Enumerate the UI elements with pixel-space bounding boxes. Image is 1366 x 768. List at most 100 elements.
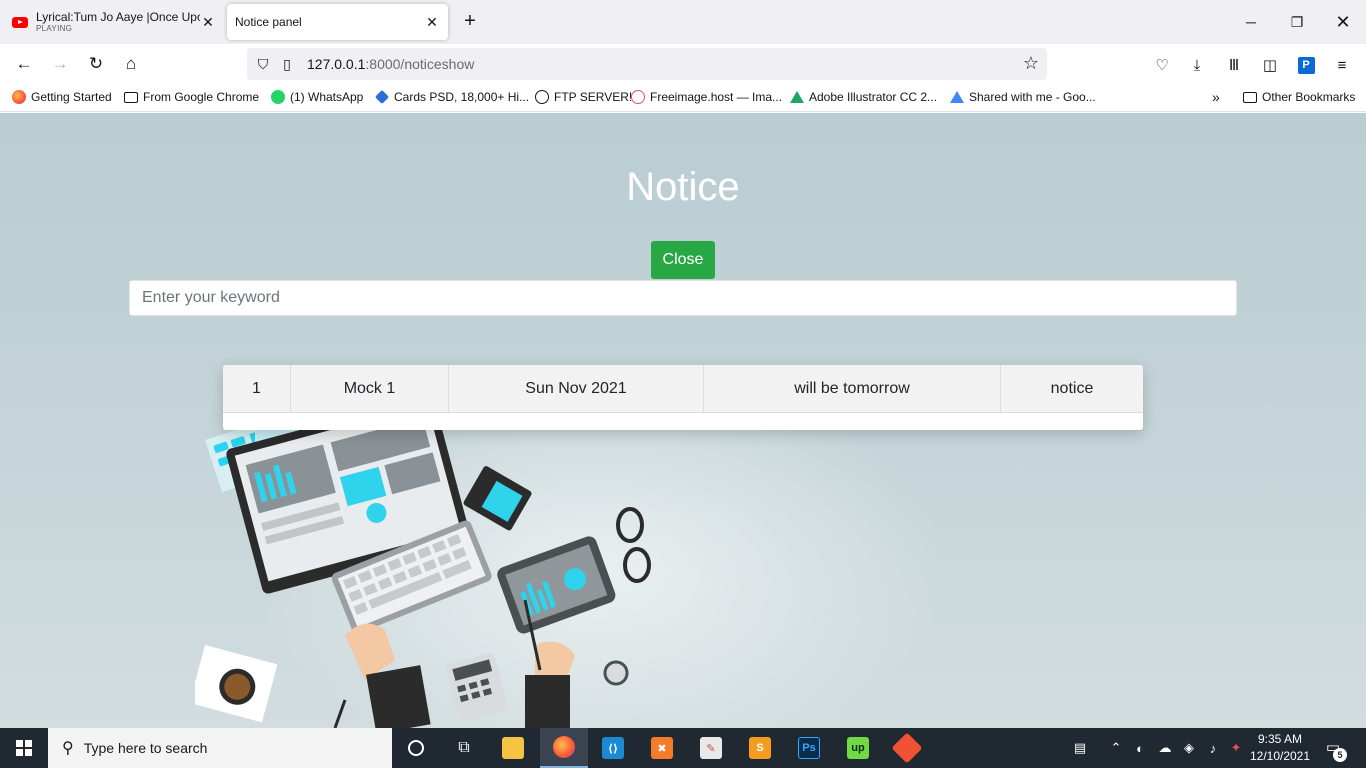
cards-icon [374,89,390,105]
window-close-button[interactable]: ✕ [1320,0,1366,44]
whatsapp-icon [271,90,285,104]
chevron-right-icon[interactable]: » [1212,89,1220,105]
sublime-icon: S [749,737,771,759]
search-input[interactable] [129,280,1237,316]
sidebar-icon[interactable]: ◫ [1259,54,1281,76]
reload-button[interactable]: ↻ [82,52,110,76]
pocket-icon[interactable]: ♡ [1151,54,1173,76]
notice-title: Mock 1 [291,365,449,413]
page-content: Notice Close 1 Mock 1 Sun Nov 2021 will … [0,113,1366,728]
paint-app[interactable]: ✎ [687,728,735,768]
freeimage-icon [631,90,645,104]
google-drive-icon [950,91,964,103]
news-icon[interactable]: ▤ [1066,728,1094,768]
download-icon[interactable]: ⤓ [1186,54,1208,76]
task-view-button[interactable]: ⧉ [440,728,488,768]
close-icon[interactable]: ✕ [424,14,440,30]
table-row[interactable]: 1 Mock 1 Sun Nov 2021 will be tomorrow n… [223,365,1143,413]
tab-playing-label: PLAYING [36,24,73,33]
taskbar-search-placeholder: Type here to search [83,740,208,756]
git-icon [891,732,923,764]
xampp-icon: ✖ [651,737,673,759]
volume-icon[interactable]: ♪ [1202,728,1224,768]
library-icon[interactable]: Ⅲ [1223,54,1245,76]
desk-illustration [195,425,651,728]
tab-title: Lyrical:Tum Jo Aaye |Once Upon [36,10,200,24]
restore-button[interactable]: ❐ [1274,0,1320,44]
vscode-app[interactable]: ⟨⟩ [589,728,637,768]
bookmark-getting-started[interactable]: Getting Started [12,90,112,104]
home-button[interactable]: ⌂ [117,52,145,76]
minimize-button[interactable]: ─ [1228,0,1274,44]
clock-time: 9:35 AM [1257,732,1303,746]
git-app[interactable] [883,728,931,768]
xampp-app[interactable]: ✖ [638,728,686,768]
clock[interactable]: 9:35 AM 12/10/2021 [1245,731,1315,765]
taskbar-search[interactable]: ⚲ Type here to search [48,728,392,768]
dropbox-icon[interactable]: ✦ [1226,728,1246,768]
notice-id: 1 [223,365,291,413]
bookmark-shared-with-me[interactable]: Shared with me - Goo... [950,90,1096,104]
tab-strip: Lyrical:Tum Jo Aaye |Once Upon PLAYING ✕… [0,0,1366,44]
youtube-icon [12,16,28,28]
bookmark-freeimage[interactable]: Freeimage.host — Ima... [631,90,782,104]
forward-button[interactable]: → [46,52,74,76]
notice-date: Sun Nov 2021 [449,365,704,413]
shield-icon[interactable]: ⛉ [253,54,273,74]
upwork-app[interactable]: up [834,728,882,768]
notification-count-badge: 5 [1333,748,1347,762]
extension-icon[interactable]: P [1295,54,1317,76]
new-tab-button[interactable]: + [458,10,482,34]
nav-bar: ← → ↻ ⌂ ⛉ ▯ 127.0.0.1:8000/noticeshow ☆ … [0,44,1366,84]
bookmark-ftp-server[interactable]: FTP SERVER! [535,90,632,104]
menu-icon[interactable]: ≡ [1331,54,1353,76]
bookmark-cards-psd[interactable]: Cards PSD, 18,000+ Hi... [374,89,529,105]
close-icon[interactable]: ✕ [200,14,216,30]
photoshop-app[interactable]: Ps [785,728,833,768]
chevron-up-icon[interactable]: ⌃ [1106,728,1126,768]
photoshop-icon: Ps [798,737,820,759]
windows-icon [16,740,32,756]
tab-title: Notice panel [235,15,302,29]
notice-type: notice [1050,380,1094,397]
notice-description: will be tomorrow [704,365,1001,413]
clock-date: 12/10/2021 [1249,749,1311,763]
firefox-icon [12,90,26,104]
close-button[interactable]: Close [651,241,715,279]
bookmark-adobe-illustrator[interactable]: Adobe Illustrator CC 2... [790,90,937,104]
tab-youtube[interactable]: Lyrical:Tum Jo Aaye |Once Upon PLAYING ✕ [6,4,222,40]
google-drive-icon [790,91,804,103]
cloud-icon[interactable]: ☁ [1154,728,1176,768]
sublime-app[interactable]: S [736,728,784,768]
cortana-icon [408,740,424,756]
notice-table: 1 Mock 1 Sun Nov 2021 will be tomorrow n… [223,365,1143,430]
cortana-button[interactable] [392,728,440,768]
globe-icon [535,90,549,104]
back-button[interactable]: ← [10,52,38,76]
meet-icon[interactable]: ◐ [1130,728,1150,768]
folder-icon [124,91,138,103]
vscode-icon: ⟨⟩ [602,737,624,759]
task-view-icon: ⧉ [458,739,470,756]
taskbar: ⚲ Type here to search ⧉ ⟨⟩ ✖ ✎ S Ps up ▤… [0,728,1366,768]
firefox-app[interactable] [540,728,588,768]
upwork-icon: up [847,737,869,759]
address-bar[interactable]: ⛉ ▯ 127.0.0.1:8000/noticeshow ☆ [247,48,1047,80]
tab-notice-panel[interactable]: Notice panel ✕ [227,4,448,40]
bookmarks-bar: Getting Started From Google Chrome (1) W… [0,84,1366,112]
start-button[interactable] [0,728,48,768]
firefox-icon [553,736,575,758]
paint-icon: ✎ [700,737,722,759]
bookmark-other-bookmarks[interactable]: Other Bookmarks [1243,90,1355,104]
page-icon[interactable]: ▯ [277,54,297,74]
folder-icon [502,737,524,759]
folder-icon [1243,91,1257,103]
network-icon[interactable]: ◈ [1178,728,1200,768]
bookmark-from-google-chrome[interactable]: From Google Chrome [124,90,259,104]
search-icon: ⚲ [62,740,74,757]
bookmark-whatsapp[interactable]: (1) WhatsApp [271,90,363,104]
url-text[interactable]: 127.0.0.1:8000/noticeshow [307,56,474,72]
bookmark-star-icon[interactable]: ☆ [1023,53,1039,74]
page-title: Notice [626,165,740,209]
file-explorer-app[interactable] [489,728,537,768]
